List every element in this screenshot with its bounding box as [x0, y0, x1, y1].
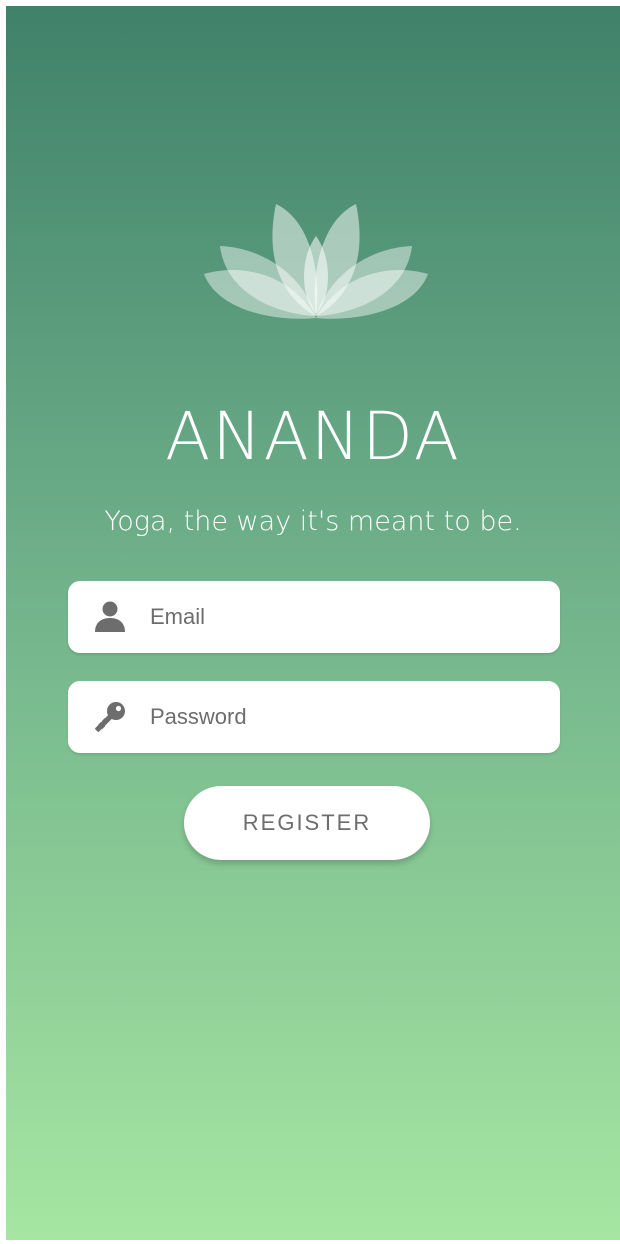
person-icon [95, 601, 125, 632]
password-field[interactable] [68, 681, 560, 753]
register-screen: ANANDA Yoga, the way it's meant to be. R… [6, 6, 620, 1240]
key-icon [95, 702, 125, 732]
email-field[interactable] [68, 581, 560, 653]
email-input[interactable] [150, 581, 540, 653]
lotus-icon [204, 204, 428, 319]
app-title: ANANDA [165, 398, 461, 475]
password-input[interactable] [150, 681, 540, 753]
register-button[interactable]: REGISTER [184, 786, 430, 860]
tagline: Yoga, the way it's meant to be. [104, 506, 522, 537]
